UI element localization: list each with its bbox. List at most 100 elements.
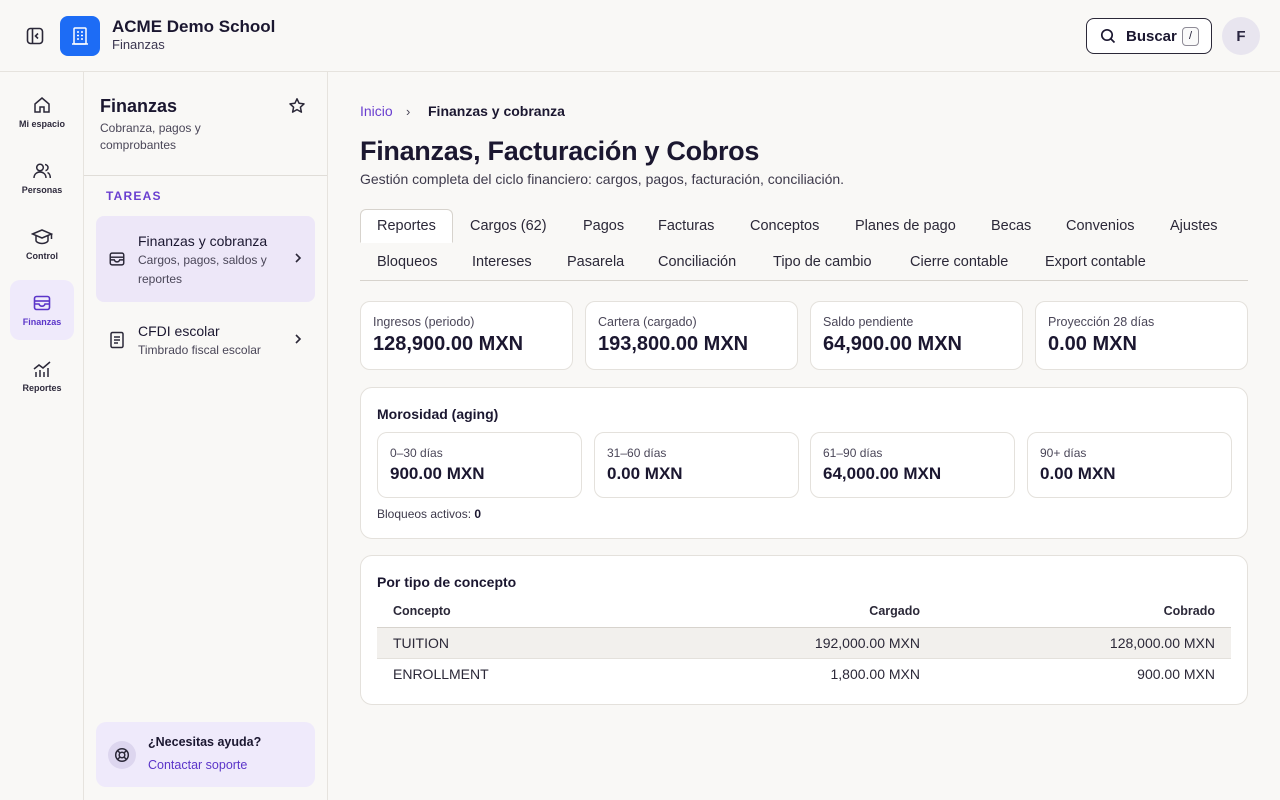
lifebuoy-icon (108, 741, 136, 769)
page-subtitle: Gestión completa del ciclo financiero: c… (360, 171, 845, 187)
users-icon (33, 163, 52, 179)
tab-export-contable[interactable]: Export contable (1045, 254, 1146, 270)
sidebar-toggle-icon[interactable] (24, 25, 46, 47)
aging-bucket-value: 900.00 MXN (390, 464, 485, 483)
help-title: ¿Necesitas ayuda? (148, 735, 262, 749)
search-icon (1100, 28, 1116, 44)
kpi-value: 0.00 MXN (1048, 333, 1137, 355)
table-cell: 1,800.00 MXN (830, 665, 921, 682)
aging-bucket-0-30: 0–30 días 900.00 MXN (377, 432, 582, 498)
aging-bucket-label: 31–60 días (607, 446, 667, 460)
breadcrumb-separator-icon: › (406, 104, 411, 119)
column-header-cargado: Cargado (757, 596, 936, 628)
kpi-label: Saldo pendiente (823, 315, 914, 329)
tab-planes-de-pago[interactable]: Planes de pago (855, 218, 956, 234)
user-avatar[interactable]: F (1222, 17, 1260, 55)
search-label: Buscar (1126, 27, 1177, 45)
rail-item-reportes[interactable]: Reportes (10, 346, 74, 406)
help-card: ¿Necesitas ayuda? Contactar soporte (96, 722, 315, 787)
tab-bar: Reportes Cargos (62) Pagos Facturas Conc… (360, 209, 1248, 281)
icon-rail: Mi espacio Personas Control Finanzas Rep… (0, 72, 84, 800)
rail-item-mi-espacio[interactable]: Mi espacio (10, 82, 74, 142)
tab-tipo-de-cambio[interactable]: Tipo de cambio (773, 254, 872, 270)
table-cell: TUITION (377, 627, 757, 659)
section-sidebar: Finanzas Cobranza, pagos y comprobantes … (84, 72, 328, 800)
column-header-cobrado: Cobrado (936, 596, 1231, 628)
kpi-card-ingresos: Ingresos (periodo) 128,900.00 MXN (360, 301, 573, 370)
tab-facturas[interactable]: Facturas (658, 218, 714, 234)
kpi-card-cartera: Cartera (cargado) 193,800.00 MXN (585, 301, 798, 370)
table-cell: 128,000.00 MXN (936, 627, 1231, 659)
rail-item-finanzas[interactable]: Finanzas (10, 280, 74, 340)
home-icon (34, 97, 50, 113)
tab-ajustes[interactable]: Ajustes (1170, 218, 1218, 234)
table-cell: 900.00 MXN (1137, 665, 1215, 682)
aging-bucket-label: 90+ días (1040, 446, 1087, 460)
tab-convenios[interactable]: Convenios (1066, 218, 1135, 234)
sidebar-description: Cobranza, pagos y comprobantes (100, 121, 201, 152)
rail-label: Reportes (22, 383, 62, 393)
sidebar-item-title: Finanzas y cobranza (138, 233, 268, 249)
aging-bucket-value: 64,000.00 MXN (823, 464, 942, 483)
rail-label: Personas (21, 185, 63, 195)
kpi-value: 64,900.00 MXN (823, 333, 962, 355)
page-title: Finanzas, Facturación y Cobros (360, 136, 760, 166)
search-button[interactable]: Buscar / (1086, 18, 1212, 54)
app-subtitle: Finanzas (112, 37, 165, 52)
aging-bucket-31-60: 31–60 días 0.00 MXN (594, 432, 799, 498)
top-bar: ACME Demo School Finanzas Buscar / F (0, 0, 1280, 72)
wallet-icon (109, 252, 125, 266)
sidebar-item-subtitle: Cargos, pagos, saldos y reportes (138, 253, 267, 286)
graduation-cap-icon (31, 229, 53, 245)
tab-intereses[interactable]: Intereses (472, 254, 532, 270)
table-row: TUITION 192,000.00 MXN 128,000.00 MXN (377, 627, 1231, 659)
kpi-label: Proyección 28 días (1048, 315, 1155, 329)
aging-bucket-value: 0.00 MXN (1040, 464, 1116, 483)
sidebar-item-cfdi-escolar[interactable]: CFDI escolar Timbrado fiscal escolar (96, 312, 315, 368)
search-shortcut-key: / (1182, 27, 1199, 46)
kpi-value: 128,900.00 MXN (373, 333, 524, 355)
active-blocks-value: 0 (474, 507, 482, 521)
chevron-right-icon (295, 253, 302, 263)
tab-conciliacion[interactable]: Conciliación (658, 254, 736, 270)
concept-table: Concepto Cargado Cobrado TUITION 192,000… (377, 596, 1231, 689)
table-header-row: Concepto Cargado Cobrado (377, 596, 1231, 628)
aging-card: Morosidad (aging) 0–30 días 900.00 MXN 3… (360, 387, 1248, 539)
favorite-star-icon[interactable] (288, 97, 306, 120)
rail-item-personas[interactable]: Personas (10, 148, 74, 208)
active-blocks-label: Bloqueos activos: (377, 507, 472, 521)
contact-support-link[interactable]: Contactar soporte (148, 758, 247, 772)
tab-conceptos[interactable]: Conceptos (750, 218, 819, 234)
table-cell: ENROLLMENT (393, 665, 489, 682)
rail-label: Finanzas (22, 317, 62, 327)
rail-item-control[interactable]: Control (10, 214, 74, 274)
breadcrumb-home-link[interactable]: Inicio (360, 103, 393, 119)
app-title: ACME Demo School (112, 17, 276, 36)
aging-bucket-value: 0.00 MXN (607, 464, 683, 483)
aging-title: Morosidad (aging) (377, 406, 499, 422)
tab-becas[interactable]: Becas (991, 218, 1031, 234)
sidebar-item-title: CFDI escolar (138, 323, 220, 339)
table-cell: 192,000.00 MXN (757, 627, 936, 659)
sidebar-item-finanzas-cobranza[interactable]: Finanzas y cobranza Cargos, pagos, saldo… (96, 216, 315, 302)
concept-card: Por tipo de concepto Concepto Cargado Co… (360, 555, 1248, 705)
breadcrumb-current: Finanzas y cobranza (428, 103, 565, 119)
column-header-concepto: Concepto (377, 596, 757, 628)
tab-reportes[interactable]: Reportes (360, 209, 453, 243)
tab-pasarela[interactable]: Pasarela (567, 254, 624, 270)
school-logo-icon[interactable] (60, 16, 100, 56)
sidebar-divider (84, 175, 327, 176)
aging-bucket-label: 0–30 días (390, 446, 443, 460)
sidebar-item-subtitle: Timbrado fiscal escolar (138, 343, 261, 357)
tab-cierre-contable[interactable]: Cierre contable (910, 254, 1008, 270)
aging-bucket-label: 61–90 días (823, 446, 883, 460)
rail-label: Control (26, 251, 58, 261)
tab-bloqueos[interactable]: Bloqueos (377, 254, 437, 270)
tab-pagos[interactable]: Pagos (583, 218, 624, 234)
chart-icon (33, 361, 51, 377)
sidebar-title: Finanzas (100, 96, 178, 116)
aging-bucket-61-90: 61–90 días 64,000.00 MXN (810, 432, 1015, 498)
kpi-label: Ingresos (periodo) (373, 315, 475, 329)
tab-cargos[interactable]: Cargos (62) (470, 218, 547, 234)
main-content: Inicio › Finanzas y cobranza Finanzas, F… (328, 72, 1280, 800)
